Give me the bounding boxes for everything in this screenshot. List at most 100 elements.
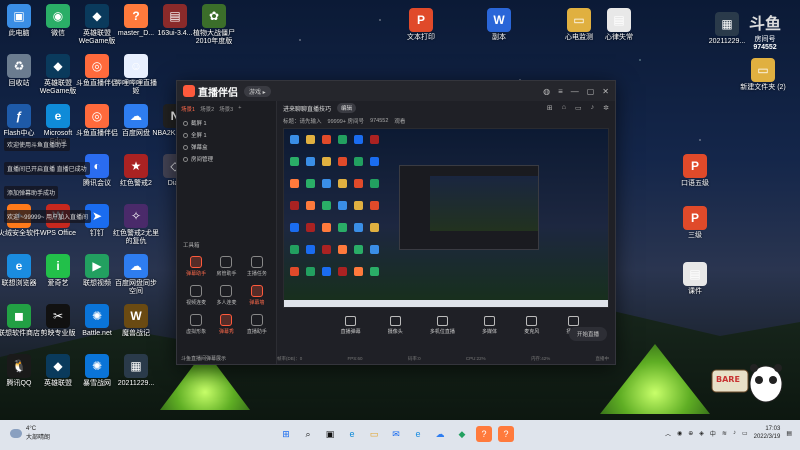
toolbox-item[interactable]: 虚拟形象	[181, 314, 211, 335]
visibility-icon[interactable]	[183, 156, 188, 162]
toast-message: 直播间已开启直播 直播已成功	[4, 162, 90, 175]
edge-icon[interactable]: e	[344, 426, 360, 442]
visibility-icon[interactable]	[183, 120, 188, 126]
clock[interactable]: 17:03 2022/3/19	[754, 425, 781, 441]
desktop-icon-left-9[interactable]: ☺ 哔哩哔哩直播姬	[113, 54, 159, 96]
live-preview[interactable]	[283, 128, 609, 308]
desktop-icon-label: 课件	[688, 288, 702, 295]
app-icon: ▶	[85, 254, 109, 278]
scene-tab[interactable]: +	[238, 105, 241, 113]
visibility-icon[interactable]	[183, 144, 188, 150]
app-icon: ◉	[46, 4, 70, 28]
desktop-icon-right-5[interactable]: ▭ 新建文件夹 (2)	[740, 58, 786, 92]
source-button[interactable]: 多媒体	[482, 315, 498, 335]
desktop-icon-right-1[interactable]: W 副本	[476, 8, 522, 42]
tray-app-icon[interactable]: ◉	[677, 430, 682, 437]
source-icon	[568, 315, 580, 326]
desktop-icon-left-33[interactable]: ▦ 20211229...	[113, 354, 159, 388]
scene-tab[interactable]: 场景1	[181, 105, 195, 113]
desktop-icon-left-25[interactable]: ☁ 百度网盘同步空间	[113, 254, 159, 296]
start-live-button[interactable]: 开始直播	[568, 327, 607, 341]
toolbox-item[interactable]: 多人连麦	[211, 285, 241, 306]
toolbox-item[interactable]: 弹幕墙	[242, 285, 272, 306]
wifi-icon[interactable]: ≋	[722, 430, 727, 437]
desktop-icon-right-7[interactable]: P 三级	[672, 206, 718, 240]
mail-icon[interactable]: ✉	[388, 426, 404, 442]
preview-desktop-icon	[306, 223, 315, 232]
menu-icon[interactable]: ≡	[558, 87, 563, 96]
desktop-icon-left-5[interactable]: ✿ 植物大战僵尸 2010年度版	[191, 4, 237, 46]
battery-icon[interactable]: ▭	[742, 430, 748, 437]
window-titlebar[interactable]: 直播伴侣 游戏 ▸ ◍ ≡ — ▢ ✕	[177, 81, 615, 101]
source-button[interactable]: 摄像头	[388, 315, 403, 335]
category-pill[interactable]: 游戏 ▸	[244, 85, 271, 97]
source-button[interactable]: 麦克风	[524, 315, 539, 335]
edit-tag[interactable]: 编辑	[337, 103, 357, 113]
sidebar-footer[interactable]: 斗鱼直播间弹幕展示	[181, 355, 226, 362]
scene-tab[interactable]: 场景3	[219, 105, 233, 113]
source-label: 多媒体	[482, 328, 498, 335]
file-explorer-icon[interactable]: ▭	[366, 426, 382, 442]
toolbox-item[interactable]: 主播任务	[242, 256, 272, 277]
douyu-companion-icon[interactable]: ?	[498, 426, 514, 442]
source-button[interactable]: 直播弹幕	[340, 315, 361, 335]
browser-icon[interactable]: e	[410, 426, 426, 442]
scene-item[interactable]: 弹幕盒	[181, 141, 272, 153]
ime-icon[interactable]: 中	[710, 429, 716, 438]
window-icon[interactable]: ▭	[575, 104, 582, 112]
app-icon: ☺	[124, 54, 148, 78]
desktop-icon-label: 口语五级	[681, 180, 709, 187]
close-icon[interactable]: ✕	[602, 87, 609, 96]
desktop-icon-right-0[interactable]: P 文本打印	[398, 8, 444, 42]
desktop-icon-right-6[interactable]: P 口语五级	[672, 154, 718, 188]
bell-icon[interactable]: ♪	[591, 104, 595, 112]
preview-desktop-icon	[290, 267, 299, 276]
desktop-icon-label: 20211229...	[117, 380, 155, 387]
preview-desktop-icon	[322, 223, 331, 232]
store-icon[interactable]: ◆	[454, 426, 470, 442]
desktop-icon-right-3[interactable]: ▤ 心律失常	[596, 8, 642, 42]
tray-app2-icon[interactable]: ⊕	[688, 430, 693, 437]
app-icon: i	[46, 254, 70, 278]
search-icon[interactable]: ⌕	[300, 426, 316, 442]
netdisk-icon[interactable]: ☁	[432, 426, 448, 442]
scene-tab[interactable]: 场景2	[200, 105, 214, 113]
scene-item[interactable]: 房间管理	[181, 153, 272, 165]
toolbox-item[interactable]: 弹幕助手	[181, 256, 211, 277]
desktop-icon-left-29[interactable]: W 魔兽战记	[113, 304, 159, 338]
toolbox-item[interactable]: 房管助手	[211, 256, 241, 277]
desktop-icon-label: 副本	[492, 34, 506, 41]
source-icon	[436, 315, 448, 326]
task-view-icon[interactable]: ▣	[322, 426, 338, 442]
start-icon[interactable]: ⊞	[278, 426, 294, 442]
desktop-icon-left-21[interactable]: ✧ 红色警戒2尤里的复仇	[113, 204, 159, 246]
source-button[interactable]: 多机位直播	[430, 315, 455, 335]
settings-icon[interactable]: ✲	[603, 104, 609, 112]
source-icon	[526, 315, 538, 326]
share-icon[interactable]: ⊞	[547, 104, 553, 112]
tray-app3-icon[interactable]: ◈	[699, 430, 704, 437]
toolbox-item[interactable]: 弹幕秀	[211, 314, 241, 335]
scene-item[interactable]: 截屏 1	[181, 117, 272, 129]
maximize-icon[interactable]: ▢	[587, 87, 595, 96]
douyu-icon[interactable]: ?	[476, 426, 492, 442]
toolbox-item[interactable]: 视频连麦	[181, 285, 211, 306]
desktop-icon-right-8[interactable]: ▤ 课件	[672, 262, 718, 296]
volume-icon[interactable]: ♪	[733, 430, 736, 436]
app-icon: ▤	[683, 262, 707, 286]
source-label: 直播弹幕	[340, 328, 361, 335]
live-companion-window[interactable]: 直播伴侣 游戏 ▸ ◍ ≡ — ▢ ✕ 场景1 场景2 场景3 + 截屏 1 全屏 1 弹…	[176, 80, 616, 365]
notification-icon[interactable]: ▤	[786, 430, 792, 437]
toolbox-item[interactable]: 直播助手	[242, 314, 272, 335]
minimize-icon[interactable]: —	[571, 87, 579, 96]
tool-icon	[250, 285, 263, 297]
status-item: FPS:60	[347, 356, 363, 361]
lock-icon[interactable]: ⌂	[562, 104, 566, 112]
tray-chevron-icon[interactable]: ︿	[665, 429, 671, 438]
weather-widget[interactable]: 4°C 大部晴朗	[10, 426, 50, 441]
visibility-icon[interactable]	[183, 132, 188, 138]
avatar-icon[interactable]: ◍	[543, 87, 550, 96]
source-toolbar: 直播弹幕摄像头多机位直播多媒体麦克风扬声器	[277, 308, 615, 342]
scene-item[interactable]: 全屏 1	[181, 129, 272, 141]
desktop-icon-label: 红色警戒2尤里的复仇	[113, 230, 159, 245]
